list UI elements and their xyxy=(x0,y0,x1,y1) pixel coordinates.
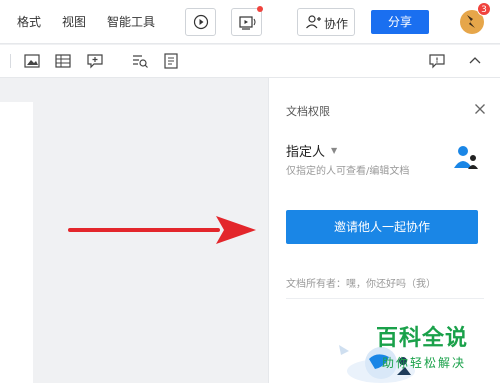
document-page[interactable] xyxy=(0,102,33,383)
share-button[interactable]: 分享 xyxy=(371,10,429,34)
permission-selector[interactable]: 指定人 xyxy=(286,141,325,160)
invite-collaborate-button[interactable]: 邀请他人一起协作 xyxy=(286,210,478,244)
add-user-icon xyxy=(306,15,321,29)
panel-divider xyxy=(286,298,484,299)
collaborate-button[interactable]: 协作 xyxy=(297,8,355,36)
present-button[interactable] xyxy=(231,8,262,36)
close-icon[interactable] xyxy=(474,103,486,115)
chevron-up-icon[interactable] xyxy=(466,52,484,70)
top-menu-bar: 格式 视图 智能工具 协作 分享 3 xyxy=(0,0,500,44)
watermark-subtitle: 助你轻松解决 xyxy=(382,356,467,370)
image-icon[interactable] xyxy=(23,52,41,70)
editor-toolbar xyxy=(0,45,500,78)
collaborate-label: 协作 xyxy=(324,17,349,31)
permission-description: 仅指定的人可查看/编辑文档 xyxy=(286,166,410,177)
document-owner: 文档所有者：嘿，你还好吗（我） xyxy=(286,279,436,290)
notification-dot xyxy=(257,6,263,12)
panel-title: 文档权限 xyxy=(286,105,330,118)
text-search-icon[interactable] xyxy=(131,52,149,70)
menu-smart-tools[interactable]: 智能工具 xyxy=(107,14,155,30)
menu-format[interactable]: 格式 xyxy=(17,14,41,30)
play-button[interactable] xyxy=(185,8,216,36)
watermark-title: 百科全说 xyxy=(376,326,469,351)
present-icon xyxy=(239,16,256,30)
notification-badge: 3 xyxy=(477,2,491,16)
table-icon[interactable] xyxy=(54,52,72,70)
comment-add-icon[interactable] xyxy=(86,52,104,70)
annotation-arrow xyxy=(68,216,256,244)
document-icon[interactable] xyxy=(162,52,180,70)
menu-view[interactable]: 视图 xyxy=(62,14,86,30)
caret-down-icon[interactable]: ▼ xyxy=(331,146,337,155)
play-icon xyxy=(193,14,209,30)
comment-icon[interactable] xyxy=(428,52,446,70)
toolbar-separator xyxy=(10,54,11,68)
users-icon xyxy=(454,146,478,169)
